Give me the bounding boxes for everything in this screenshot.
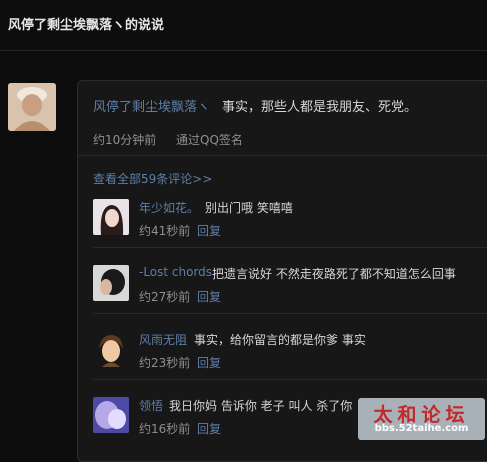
reply-link[interactable]: 回复 — [197, 288, 221, 305]
comment-avatar-image — [93, 265, 129, 301]
title-divider — [0, 50, 487, 51]
reply-link[interactable]: 回复 — [197, 420, 221, 437]
reply-link[interactable]: 回复 — [197, 222, 221, 239]
comment-author-link[interactable]: 年少如花。 — [139, 199, 199, 216]
comment-time: 约41秒前 — [139, 224, 191, 238]
comment-author-link[interactable]: 领悟 — [139, 397, 163, 414]
comment-divider — [93, 247, 487, 248]
comment-avatar-image — [93, 331, 129, 367]
comment-time: 约23秒前 — [139, 356, 191, 370]
comment-author-link[interactable]: 风雨无阻 — [139, 331, 187, 348]
post-author-link[interactable]: 风停了剩尘埃飘落ヽ — [93, 96, 210, 115]
watermark-url: bbs.52taihe.com — [374, 423, 469, 434]
comment-text: 我日你妈 告诉你 老子 叫人 杀了你 — [169, 399, 353, 413]
comment-divider — [93, 313, 487, 314]
view-all-comments-link[interactable]: 查看全部59条评论>> — [93, 170, 212, 187]
card-divider — [78, 155, 487, 156]
avatar-image — [8, 83, 56, 131]
comment-text: 把遗言说好 不然走夜路死了都不知道怎么回事 — [212, 267, 456, 281]
post-time: 约10分钟前 — [93, 133, 157, 147]
page-title: 风停了剩尘埃飘落ヽ的说说 — [8, 18, 165, 33]
comment-text: 别出门哦 笑嘻嘻 — [205, 201, 293, 215]
comment-text: 事实，给你留言的都是你爹 事实 — [194, 333, 366, 347]
comment-divider — [93, 379, 487, 380]
comment-time: 约27秒前 — [139, 290, 191, 304]
avatar[interactable] — [8, 83, 56, 131]
watermark-logo: 太和论坛 bbs.52taihe.com — [358, 398, 485, 440]
comment-avatar-image — [93, 397, 129, 433]
comment-avatar[interactable] — [93, 331, 129, 367]
post-text: 事实，那些人都是我朋友、死党。 — [222, 100, 418, 115]
reply-link[interactable]: 回复 — [197, 354, 221, 371]
comment-avatar[interactable] — [93, 199, 129, 235]
comment-avatar-image — [93, 199, 129, 235]
comment-time: 约16秒前 — [139, 422, 191, 436]
post-source: 通过QQ签名 — [176, 133, 243, 147]
comment-avatar[interactable] — [93, 397, 129, 433]
comment-avatar[interactable] — [93, 265, 129, 301]
comment-author-link[interactable]: -Lost chords — [139, 265, 212, 279]
